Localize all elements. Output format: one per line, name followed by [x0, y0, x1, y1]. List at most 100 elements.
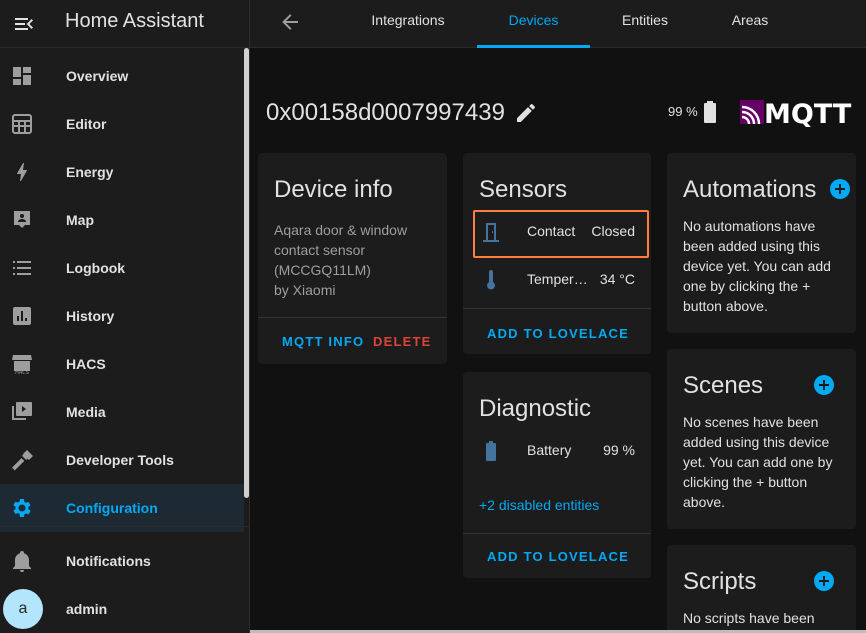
sidebar-item-history[interactable]: History	[0, 292, 244, 340]
disabled-entities-link[interactable]: +2 disabled entities	[479, 495, 599, 515]
sidebar-list: Overview Editor Energy Map Logbook Histo…	[0, 52, 244, 532]
card-title: Automations	[683, 176, 817, 203]
card-title: Diagnostic	[479, 395, 592, 422]
sidebar-item-label: HACS	[66, 356, 106, 372]
sidebar: Home Assistant Overview Editor Energy Ma…	[0, 0, 250, 633]
card-title: Device info	[274, 176, 393, 203]
automations-empty-text: No automations have	[683, 218, 816, 234]
app-title: Home Assistant	[65, 10, 204, 32]
card-divider	[463, 308, 651, 309]
battery-icon	[702, 100, 718, 124]
hacs-icon-text: HACS	[15, 370, 29, 376]
automations-empty-text: one by clicking the +	[683, 278, 811, 294]
sidebar-item-energy[interactable]: Energy	[0, 148, 244, 196]
sidebar-divider	[0, 526, 250, 527]
entity-value: 34 °C	[599, 271, 635, 287]
entity-name: Temperature	[527, 271, 595, 287]
sidebar-item-notifications[interactable]: Notifications	[0, 537, 250, 585]
logbook-icon	[10, 256, 34, 280]
sidebar-item-logbook[interactable]: Logbook	[0, 244, 244, 292]
device-model-line: (MCCGQ11LM)	[274, 262, 371, 278]
sidebar-item-hacs[interactable]: HACS HACS	[0, 340, 244, 388]
automations-empty-text: button above.	[683, 298, 768, 314]
sidebar-item-label: Configuration	[66, 500, 158, 516]
sidebar-item-map[interactable]: Map	[0, 196, 244, 244]
highlight-frame	[473, 210, 649, 258]
entity-value: 99 %	[603, 442, 635, 458]
menu-open-icon[interactable]	[12, 12, 36, 36]
add-automation-button[interactable]	[830, 179, 850, 199]
device-info-card: Device info Aqara door & window contact …	[258, 153, 447, 364]
add-scene-button[interactable]	[814, 375, 834, 395]
mqtt-logo-text: MQTT	[764, 99, 852, 127]
sidebar-item-label: Media	[66, 404, 106, 420]
sidebar-item-configuration[interactable]: Configuration	[0, 484, 244, 532]
tab-devices[interactable]: Devices	[477, 0, 590, 48]
top-bar: Integrations Devices Entities Areas	[250, 0, 866, 48]
scenes-empty-text: added using this device	[683, 434, 830, 450]
sidebar-item-profile[interactable]: a admin	[0, 585, 250, 633]
plus-icon	[819, 380, 829, 390]
avatar: a	[3, 589, 43, 629]
gear-icon	[10, 496, 34, 520]
tab-areas[interactable]: Areas	[710, 0, 790, 48]
add-to-lovelace-button[interactable]: ADD TO LOVELACE	[487, 549, 629, 564]
sidebar-item-developer-tools[interactable]: Developer Tools	[0, 436, 244, 484]
entity-row-battery[interactable]: Battery 99 %	[463, 427, 651, 475]
entity-row-temperature[interactable]: Temperature 34 °C	[463, 256, 651, 304]
plus-icon	[835, 184, 845, 194]
scenes-empty-text: yet. You can add one by	[683, 454, 833, 470]
card-divider	[258, 317, 447, 318]
history-icon	[10, 304, 34, 328]
device-battery-level: 99 %	[668, 104, 698, 119]
scenes-empty-text: clicking the + button	[683, 474, 808, 490]
sidebar-item-media[interactable]: Media	[0, 388, 244, 436]
sidebar-header: Home Assistant	[0, 0, 250, 48]
active-tab-indicator	[477, 45, 590, 48]
sidebar-item-label: Overview	[66, 68, 129, 84]
tab-integrations[interactable]: Integrations	[348, 0, 468, 48]
hacs-icon: HACS	[10, 352, 34, 376]
bell-icon	[10, 549, 34, 573]
device-model-line: Aqara door & window	[274, 222, 408, 238]
hammer-icon	[10, 448, 34, 472]
device-model-line: contact sensor	[274, 242, 366, 258]
tab-entities[interactable]: Entities	[600, 0, 690, 48]
battery-icon	[479, 439, 503, 463]
add-script-button[interactable]	[814, 571, 834, 591]
mqtt-logo: MQTT	[740, 99, 852, 127]
sidebar-item-label: Developer Tools	[66, 452, 174, 468]
sidebar-item-overview[interactable]: Overview	[0, 52, 244, 100]
scripts-empty-text: No scripts have been	[683, 610, 815, 626]
card-title: Scripts	[683, 568, 757, 595]
scripts-card: Scripts No scripts have been	[667, 545, 856, 633]
scenes-card: Scenes No scenes have been added using t…	[667, 349, 856, 529]
back-arrow-icon[interactable]	[278, 10, 302, 34]
device-manufacturer: by Xiaomi	[274, 282, 336, 298]
delete-button[interactable]: DELETE	[373, 334, 431, 349]
diagnostic-card: Diagnostic Battery 99 % +2 disabled enti…	[463, 372, 651, 578]
sidebar-item-label: Map	[66, 212, 94, 228]
media-icon	[10, 400, 34, 424]
automations-card: Automations No automations have been add…	[667, 153, 856, 333]
sidebar-scrollbar[interactable]	[244, 48, 249, 498]
editor-icon	[10, 112, 34, 136]
card-divider	[463, 533, 651, 534]
plus-icon	[819, 576, 829, 586]
lightning-icon	[10, 160, 34, 184]
sidebar-item-label: Logbook	[66, 260, 126, 276]
scenes-empty-text: above.	[683, 494, 726, 510]
card-title: Scenes	[683, 372, 764, 399]
thermometer-icon	[479, 268, 503, 292]
device-title: 0x00158d0007997439	[266, 99, 505, 126]
mqtt-info-button[interactable]: MQTT INFO	[282, 334, 364, 349]
card-title: Sensors	[479, 176, 568, 203]
app-root: Home Assistant Overview Editor Energy Ma…	[0, 0, 866, 633]
sidebar-item-editor[interactable]: Editor	[0, 100, 244, 148]
sidebar-item-label: Energy	[66, 164, 114, 180]
pencil-icon[interactable]	[514, 101, 538, 125]
add-to-lovelace-button[interactable]: ADD TO LOVELACE	[487, 326, 629, 341]
map-icon	[10, 208, 34, 232]
sidebar-item-label: History	[66, 308, 115, 324]
overview-icon	[10, 64, 34, 88]
